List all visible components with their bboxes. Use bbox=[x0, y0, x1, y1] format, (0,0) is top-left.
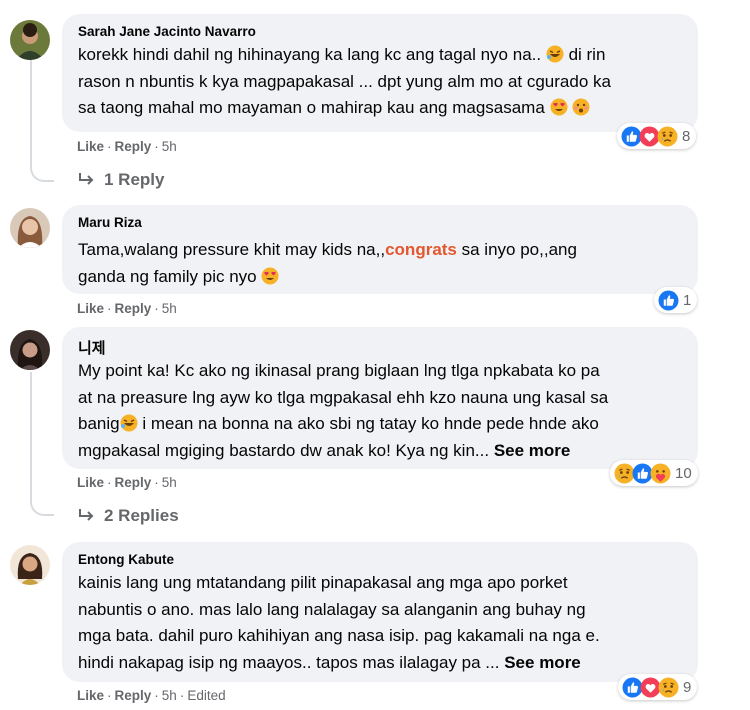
comment-author[interactable]: Entong Kabute bbox=[78, 552, 174, 567]
reply-button[interactable]: Reply bbox=[115, 688, 152, 703]
comment-author[interactable]: 니제 bbox=[78, 337, 106, 358]
comment-author[interactable]: Sarah Jane Jacinto Navarro bbox=[78, 24, 256, 39]
reaction-summary[interactable]: 10 bbox=[610, 460, 698, 486]
reaction-summary[interactable]: 9 bbox=[618, 674, 698, 700]
smirk-emoji-icon bbox=[572, 98, 590, 116]
timestamp[interactable]: 5h bbox=[162, 688, 177, 703]
avatar[interactable] bbox=[10, 208, 50, 248]
sad-reaction-icon bbox=[657, 126, 678, 146]
like-reaction-icon bbox=[658, 290, 679, 310]
like-button[interactable]: Like bbox=[77, 139, 104, 154]
comment-bubble: Sarah Jane Jacinto Navarro korekk hindi … bbox=[62, 14, 698, 132]
thread-line bbox=[30, 372, 32, 494]
view-replies-button[interactable]: 2 Replies bbox=[78, 506, 179, 526]
reply-arrow-icon bbox=[79, 509, 94, 521]
comment-actions: Like · Reply · 5h bbox=[77, 301, 177, 316]
timestamp[interactable]: 5h bbox=[162, 475, 177, 490]
comment-text: kainis lang ung mtatandang pilit pinapak… bbox=[78, 573, 600, 672]
reply-button[interactable]: Reply bbox=[115, 139, 152, 154]
comment-text: korekk hindi dahil ng hihinayang ka lang… bbox=[78, 45, 611, 117]
reaction-count: 1 bbox=[683, 291, 692, 309]
like-button[interactable]: Like bbox=[77, 475, 104, 490]
reaction-summary[interactable]: 8 bbox=[617, 123, 697, 149]
reaction-summary[interactable]: 1 bbox=[654, 287, 698, 313]
like-button[interactable]: Like bbox=[77, 301, 104, 316]
replies-label: 1 Reply bbox=[104, 170, 165, 189]
comment-bubble: Entong Kabute kainis lang ung mtatandang… bbox=[62, 542, 698, 682]
comment-bubble: Maru Riza Tama,walang pressure khit may … bbox=[62, 205, 698, 294]
reaction-count: 8 bbox=[682, 127, 691, 145]
reaction-count: 9 bbox=[683, 678, 692, 696]
reply-button[interactable]: Reply bbox=[115, 475, 152, 490]
highlighted-word: congrats bbox=[385, 240, 457, 259]
view-replies-button[interactable]: 1 Reply bbox=[78, 170, 164, 190]
haha-emoji-icon bbox=[546, 45, 564, 63]
care-reaction-icon bbox=[650, 463, 671, 483]
sad-reaction-icon bbox=[658, 677, 679, 697]
thread-line bbox=[30, 60, 32, 163]
thread-connector bbox=[30, 484, 54, 516]
like-button[interactable]: Like bbox=[77, 688, 104, 703]
reaction-count: 10 bbox=[675, 464, 692, 482]
comment-actions: Like · Reply · 5h · Edited bbox=[77, 688, 226, 703]
comment-text: My point ka! Kc ako ng ikinasal prang bi… bbox=[78, 361, 609, 460]
replies-label: 2 Replies bbox=[104, 506, 179, 525]
comment-actions: Like · Reply · 5h bbox=[77, 139, 177, 154]
heart-eyes-emoji-icon bbox=[550, 98, 568, 116]
comment-author[interactable]: Maru Riza bbox=[78, 215, 142, 230]
comment-text: Tama,walang pressure khit may kids na,,c… bbox=[78, 240, 577, 286]
comment-bubble: 니제 My point ka! Kc ako ng ikinasal prang… bbox=[62, 327, 698, 469]
avatar[interactable] bbox=[10, 20, 50, 60]
timestamp[interactable]: 5h bbox=[162, 139, 177, 154]
timestamp[interactable]: 5h bbox=[162, 301, 177, 316]
edited-label: Edited bbox=[187, 688, 226, 703]
avatar[interactable] bbox=[10, 330, 50, 370]
avatar[interactable] bbox=[10, 545, 50, 585]
haha-emoji-icon bbox=[120, 414, 138, 432]
see-more-link[interactable]: See more bbox=[494, 441, 571, 460]
heart-eyes-emoji-icon bbox=[261, 267, 279, 284]
thread-connector bbox=[30, 150, 54, 182]
reply-button[interactable]: Reply bbox=[115, 301, 152, 316]
comment-actions: Like · Reply · 5h bbox=[77, 475, 177, 490]
see-more-link[interactable]: See more bbox=[504, 653, 581, 672]
reply-arrow-icon bbox=[79, 173, 94, 185]
